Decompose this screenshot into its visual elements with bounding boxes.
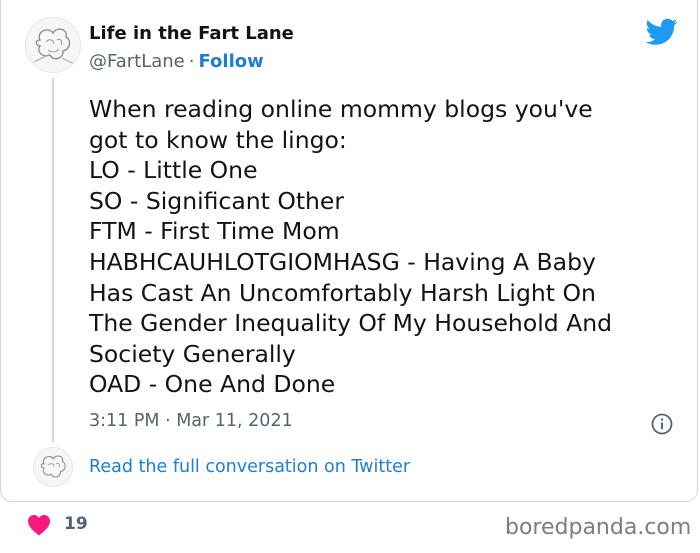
tweet-line: Society Generally: [89, 339, 296, 368]
tweet-line: SO - Significant Other: [89, 186, 345, 215]
avatar-sketch-icon: [33, 28, 75, 65]
avatar-sketch-icon: [40, 455, 66, 478]
thread-line: [52, 78, 54, 442]
tweet-line: OAD - One And Done: [89, 370, 336, 399]
tweet-timestamp[interactable]: 3:11 PM · Mar 11, 2021: [89, 411, 293, 431]
info-icon[interactable]: [651, 413, 673, 435]
tweet-line: When reading online mommy blogs you've: [89, 95, 593, 123]
like-count: 19: [64, 514, 88, 534]
tweet-line: Has Cast An Uncomfortably Harsh Light On: [89, 278, 596, 307]
author-handle[interactable]: @FartLane: [89, 51, 185, 72]
heart-icon[interactable]: [27, 514, 51, 536]
tweet-line: HABHCAUHLOTGIOMHASG - Having A Baby: [89, 247, 596, 276]
tweet-line: got to know the lingo:: [89, 125, 347, 154]
read-conversation-link[interactable]: Read the full conversation on Twitter: [89, 457, 410, 477]
author-name[interactable]: Life in the Fart Lane: [89, 23, 294, 44]
author-avatar[interactable]: [25, 17, 81, 73]
twitter-bird-icon[interactable]: [646, 18, 678, 46]
tweet-line: The Gender Inequality Of My Household An…: [89, 309, 613, 338]
tweet-line: FTM - First Time Mom: [89, 217, 340, 246]
tweet-text: When reading online mommy blogs you've g…: [89, 94, 679, 400]
watermark: boredpanda.com: [505, 515, 692, 540]
tweet-screenshot: Life in the Fart Lane @FartLane · Follow W…: [0, 0, 700, 553]
reply-avatar[interactable]: [33, 447, 73, 487]
follow-button[interactable]: Follow: [198, 51, 263, 72]
handle-row: @FartLane · Follow: [89, 51, 264, 72]
separator-dot: ·: [188, 51, 195, 72]
tweet-line: LO - Little One: [89, 156, 258, 185]
